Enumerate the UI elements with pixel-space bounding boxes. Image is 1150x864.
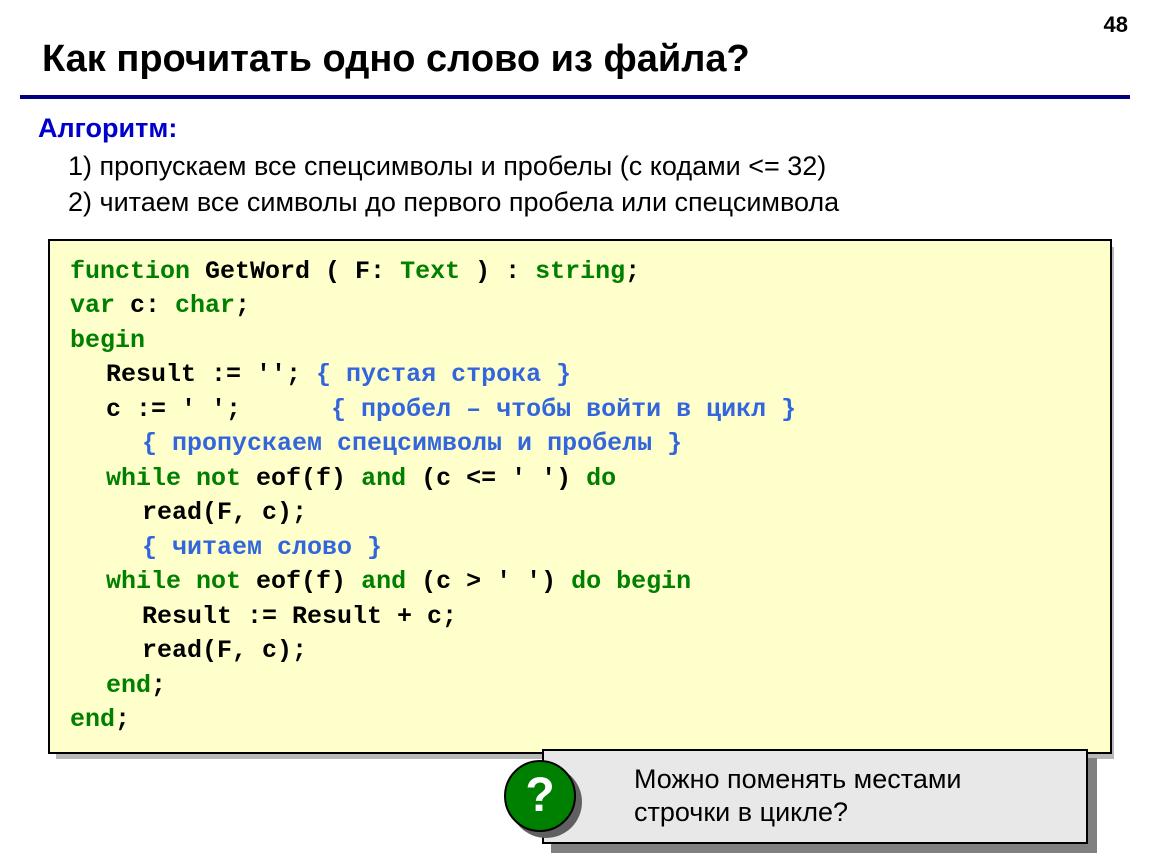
page-number: 48 (1104, 12, 1128, 38)
code-line: var c: char; (70, 289, 1090, 324)
algorithm-step-2: 2) читаем все символы до первого пробела… (68, 184, 1110, 220)
callout-text-line: Можно поменять местами (634, 763, 1070, 797)
question-badge-circle: ? (504, 760, 576, 832)
code-box: function GetWord ( F: Text ) : string; v… (48, 239, 1112, 754)
code-line: read(F, c); (70, 634, 1090, 669)
code-line: c := ' '; { пробел – чтобы войти в цикл … (70, 393, 1090, 428)
code-line: { пропускаем спецсимволы и пробелы } (70, 427, 1090, 462)
code-line: begin (70, 324, 1090, 359)
code-line: while not eof(f) and (c <= ' ') do (70, 462, 1090, 497)
code-line: function GetWord ( F: Text ) : string; (70, 255, 1090, 290)
algorithm-steps: 1) пропускаем все спецсимволы и пробелы … (0, 148, 1150, 221)
algorithm-step-1: 1) пропускаем все спецсимволы и пробелы … (68, 148, 1110, 184)
code-line: Result := Result + c; (70, 600, 1090, 635)
code-line: end; (70, 703, 1090, 738)
algorithm-heading: Алгоритм: (0, 99, 1150, 148)
code-line: while not eof(f) and (c > ' ') do begin (70, 565, 1090, 600)
callout-text-line: строчки в цикле? (634, 796, 1070, 830)
question-callout: ? Можно поменять местами строчки в цикле… (542, 749, 1088, 845)
slide-title: Как прочитать одно слово из файла? (0, 0, 1150, 91)
code-block: function GetWord ( F: Text ) : string; v… (48, 239, 1112, 754)
code-line: { читаем слово } (70, 531, 1090, 566)
code-line: read(F, c); (70, 496, 1090, 531)
code-line: Result := ''; { пустая строка } (70, 358, 1090, 393)
callout-box: ? Можно поменять местами строчки в цикле… (542, 749, 1088, 845)
code-line: end; (70, 669, 1090, 704)
question-mark-icon: ? (525, 766, 554, 826)
question-badge: ? (504, 760, 576, 832)
